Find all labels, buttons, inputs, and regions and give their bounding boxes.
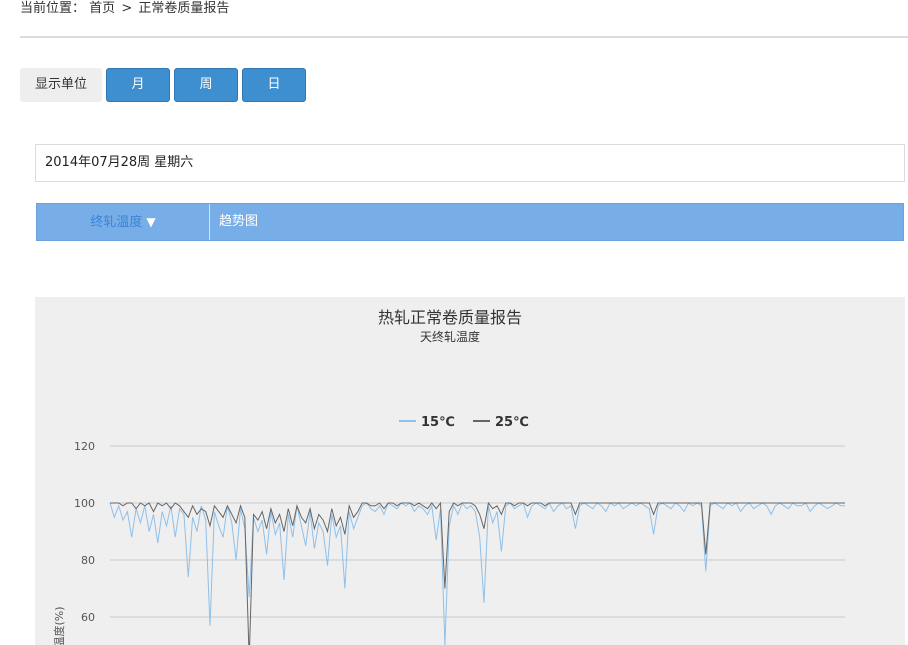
tab-bar: 终轧温度 ▼ 趋势图 <box>36 203 904 241</box>
y-tick-label: 60 <box>81 611 95 624</box>
tab-label: 终轧温度 <box>90 215 143 230</box>
week-button[interactable]: 周 <box>174 68 238 102</box>
breadcrumb: 当前位置： 首页 > 正常卷质量报告 <box>20 0 229 18</box>
breadcrumb-home-link[interactable]: 首页 <box>89 1 115 16</box>
chart-subtitle: 天终轧温度 <box>420 329 480 344</box>
tab-finish-rolling-temperature[interactable]: 终轧温度 ▼ <box>37 204 210 240</box>
chart-legend: 15℃ 25℃ <box>399 415 529 430</box>
y-axis-label: 温度(%) <box>52 606 66 645</box>
triangle-down-icon: ▼ <box>146 215 156 229</box>
legend-item-15[interactable]: 15℃ <box>421 415 455 430</box>
breadcrumb-current: 正常卷质量报告 <box>138 1 230 16</box>
date-display: 2014年07月28周 星期六 <box>35 144 905 182</box>
divider <box>20 36 908 38</box>
series-line-15c <box>109 501 845 645</box>
y-tick-label: 100 <box>74 497 95 510</box>
chart-grid: 120 100 80 60 <box>74 440 845 624</box>
legend-item-25[interactable]: 25℃ <box>495 415 529 430</box>
y-tick-label: 80 <box>81 554 95 567</box>
chart-title: 热轧正常卷质量报告 <box>378 308 522 327</box>
trend-chart: 热轧正常卷质量报告 天终轧温度 15℃ 25℃ 120 100 80 60 温度(%) <box>52 308 845 645</box>
breadcrumb-separator: > <box>121 1 133 16</box>
chart-series <box>109 501 845 645</box>
chart-container: 热轧正常卷质量报告 天终轧温度 15℃ 25℃ 120 100 80 60 温度(%) <box>35 297 905 645</box>
display-unit-label: 显示单位 <box>20 68 102 102</box>
month-button[interactable]: 月 <box>106 68 170 102</box>
day-button[interactable]: 日 <box>242 68 306 102</box>
breadcrumb-prefix: 当前位置： <box>20 1 86 16</box>
tab-trend-chart[interactable]: 趋势图 <box>219 204 258 240</box>
y-tick-label: 120 <box>74 440 95 453</box>
